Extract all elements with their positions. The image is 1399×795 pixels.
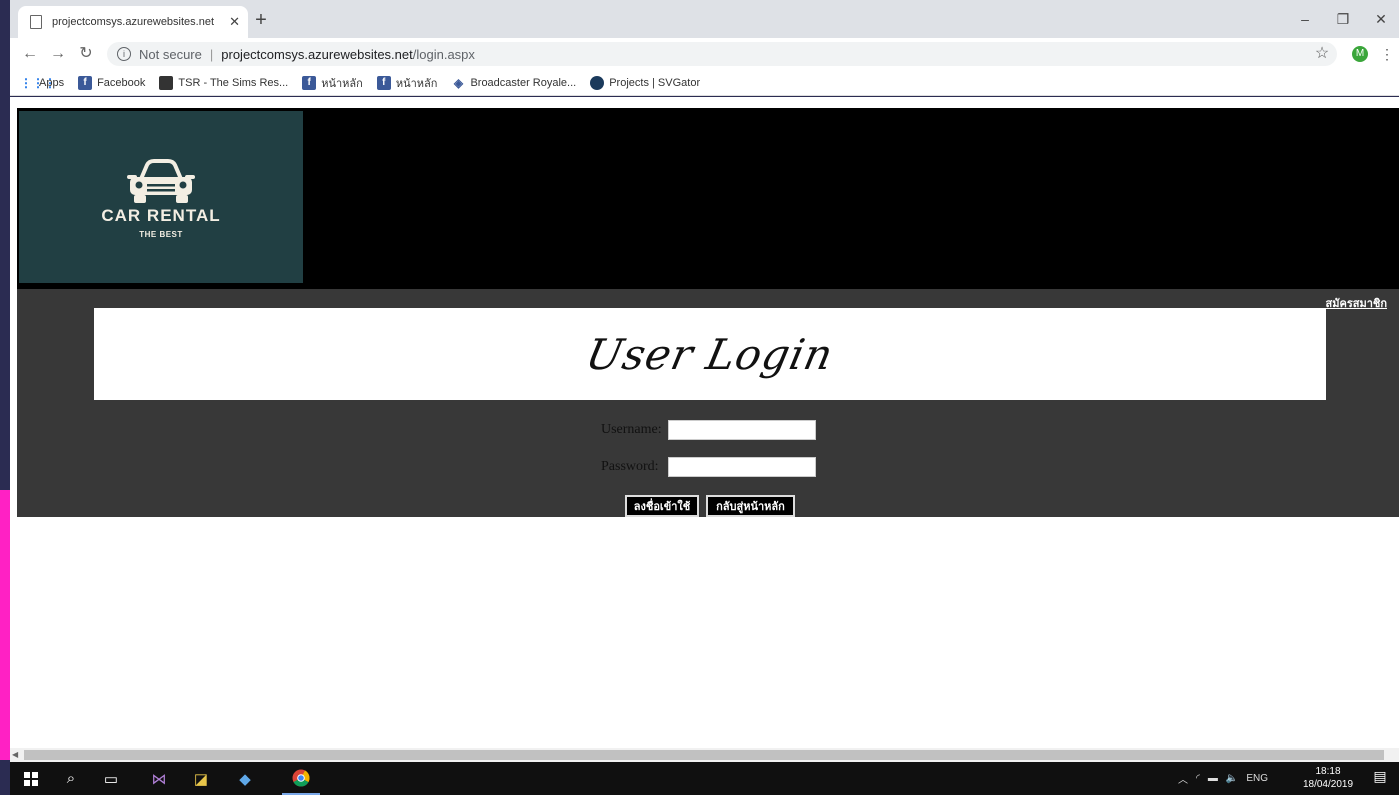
restore-icon[interactable]: ❐ [1328,8,1358,30]
bookmark-home-1[interactable]: f หน้าหลัก [302,74,363,92]
url-host: projectcomsys.azurewebsites.net [221,46,413,62]
url-path: /login.aspx [412,46,475,62]
minimize-icon[interactable]: – [1290,8,1320,30]
page-icon [30,15,42,29]
tsr-icon [159,75,174,90]
language-indicator[interactable]: ENG [1246,773,1268,784]
facebook-icon: f [78,75,93,90]
volume-icon[interactable]: 🔈 [1226,773,1238,784]
app-icon[interactable]: ◆ [226,762,264,795]
left-edge-accent [0,490,10,760]
bookmark-label: Apps [39,76,65,89]
username-label: Username: [601,422,662,437]
facebook-icon: f [376,75,391,90]
broadcaster-icon: ◈ [453,75,464,90]
apps-grid-icon: ⋮⋮⋮ [20,75,56,90]
system-tray: ︿ ◜ ▬ 🔈 ENG [1178,762,1276,795]
bookmark-star-icon[interactable]: ☆ [1310,42,1334,66]
clock-time: 18:18 [1315,766,1341,777]
browser-window: projectcomsys.azurewebsites.net ✕ + – ❐ … [10,0,1399,795]
chevron-up-icon[interactable]: ︿ [1178,771,1188,786]
password-label: Password: [601,459,659,474]
login-panel: สมัครสมาชิก User Login Username: Passwor… [17,289,1399,517]
scroll-left-icon[interactable]: ◀ [12,748,18,762]
horizontal-scrollbar[interactable]: ◀ [10,748,1399,762]
windows-taskbar: ⌕ ▭ ⋈ ◪ ◆ ︿ ◜ ▬ 🔈 ENG 18:18 18/04/2019 ▤ [10,762,1399,795]
login-button[interactable]: ลงชื่อเข้าใช้ [625,495,699,517]
left-edge-decoration [0,0,10,490]
app-icon[interactable]: ◪ [182,762,220,795]
tab-strip: projectcomsys.azurewebsites.net ✕ + – ❐ … [10,0,1399,38]
back-icon[interactable]: ← [18,42,42,66]
notification-icon[interactable]: ▤ [1370,768,1390,788]
bookmark-svgator[interactable]: Projects | SVGator [590,75,701,90]
visual-studio-icon[interactable]: ⋈ [140,762,178,795]
forward-icon[interactable]: → [46,42,70,66]
web-page: CAR RENTAL THE BEST สมัครสมาชิก User Log… [10,97,1399,748]
profile-avatar[interactable]: M [1352,46,1368,62]
bookmark-facebook[interactable]: f Facebook [78,75,146,90]
chrome-icon[interactable] [282,762,320,795]
facebook-icon: f [302,75,317,90]
windows-start-icon[interactable] [12,762,50,795]
clock-date: 18/04/2019 [1302,779,1354,790]
bookmark-broadcaster[interactable]: ◈ Broadcaster Royale... [451,76,576,90]
info-icon[interactable]: i [117,47,131,61]
bookmark-label: TSR - The Sims Res... [178,76,289,89]
register-link[interactable]: สมัครสมาชิก [1326,294,1388,312]
url-separator: | [209,46,214,62]
logo-subtitle: THE BEST [139,230,183,239]
address-bar[interactable]: i Not secure | projectcomsys.azurewebsit… [107,42,1337,66]
page-title: User Login [581,329,839,379]
browser-tab[interactable]: projectcomsys.azurewebsites.net ✕ [18,6,248,38]
back-to-home-button[interactable]: กลับสู่หน้าหลัก [706,495,795,517]
new-tab-button[interactable]: + [250,9,272,31]
bookmark-label: Facebook [97,76,146,89]
logo-title: CAR RENTAL [101,206,221,225]
reload-icon[interactable]: ↻ [74,42,98,66]
car-icon [127,159,195,203]
bookmark-label: Broadcaster Royale... [470,76,577,89]
not-secure-label: Not secure [139,46,202,62]
password-input[interactable] [668,457,816,477]
battery-icon[interactable]: ▬ [1208,773,1218,784]
search-icon[interactable]: ⌕ [52,762,90,795]
header-banner: CAR RENTAL THE BEST [17,108,1399,289]
username-input[interactable] [668,420,816,440]
browser-toolbar: ← → ↻ i Not secure | projectcomsys.azure… [10,38,1399,70]
bookmark-tsr[interactable]: TSR - The Sims Res... [159,75,289,90]
bookmark-home-2[interactable]: f หน้าหลัก [376,74,438,92]
taskbar-clock[interactable]: 18:18 18/04/2019 [1298,765,1358,791]
login-heading-banner: User Login [94,308,1326,400]
svgator-icon [590,75,605,90]
menu-icon[interactable]: ⋮ [1380,42,1394,66]
bookmarks-bar: ⋮⋮⋮ Apps f Facebook TSR - The Sims Res..… [10,70,1399,96]
bookmark-label: หน้าหลัก [395,77,438,90]
scrollbar-thumb[interactable] [24,750,1384,760]
bookmark-apps[interactable]: ⋮⋮⋮ Apps [20,76,64,90]
network-icon[interactable]: ◜ [1196,773,1200,784]
bookmark-label: Projects | SVGator [609,76,701,89]
task-view-icon[interactable]: ▭ [92,762,130,795]
close-window-icon[interactable]: ✕ [1366,8,1396,30]
site-logo[interactable]: CAR RENTAL THE BEST [19,111,303,283]
tab-title: projectcomsys.azurewebsites.net [52,16,215,28]
tab-close-icon[interactable]: ✕ [229,14,240,30]
bookmark-label: หน้าหลัก [321,77,363,90]
